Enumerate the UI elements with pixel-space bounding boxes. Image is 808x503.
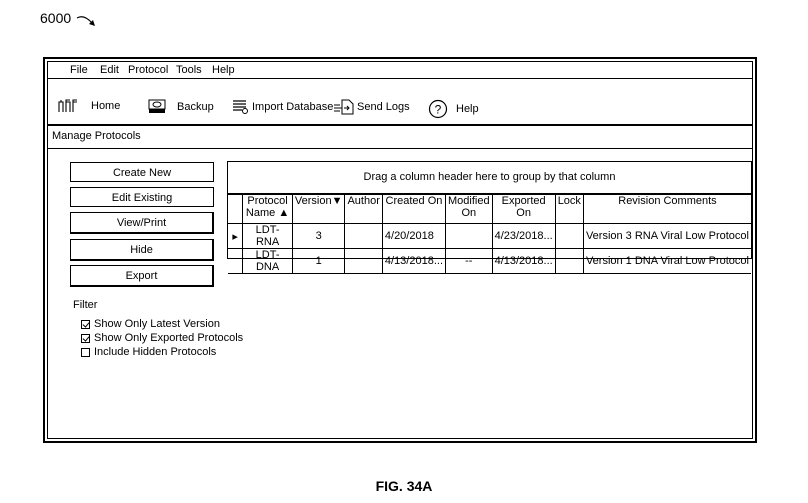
table-row[interactable]: ▸ LDT-RNA 3 4/20/2018 4/23/2018... Versi… xyxy=(228,223,751,249)
toolbar-help-button[interactable]: ? Help xyxy=(428,99,479,119)
table-row[interactable]: LDT-DNA 1 4/13/2018... -- 4/13/2018... V… xyxy=(228,248,751,274)
toolbar-send-logs-label: Send Logs xyxy=(357,101,410,113)
cell-created-on: 4/20/2018 xyxy=(381,223,447,249)
filter-include-hidden[interactable]: Include Hidden Protocols xyxy=(81,346,216,358)
cell-revision-comments: Version 1 DNA Viral Low Protocol xyxy=(582,248,751,274)
reference-arrow-icon xyxy=(76,16,95,26)
menu-file[interactable]: File xyxy=(70,64,88,76)
view-print-button[interactable]: View/Print xyxy=(70,212,214,234)
export-button[interactable]: Export xyxy=(70,265,214,287)
row-indicator xyxy=(228,248,244,274)
toolbar-backup-button[interactable]: Backup xyxy=(148,99,214,114)
cell-version: 3 xyxy=(291,223,346,249)
sort-desc-icon: ▼ xyxy=(331,195,343,207)
cell-lock xyxy=(554,223,584,249)
row-selected-indicator-icon: ▸ xyxy=(228,223,244,249)
toolbar-help-label: Help xyxy=(456,103,479,115)
cell-protocol-name: LDT-RNA xyxy=(242,223,293,249)
toolbar-home-label: Home xyxy=(91,100,121,112)
column-header-lock[interactable]: Lock xyxy=(554,194,584,224)
header-row: Protocol Name ▲ Version▼ Author Created … xyxy=(228,194,751,224)
group-by-panel[interactable]: Drag a column header here to group by th… xyxy=(228,162,751,194)
create-new-button[interactable]: Create New xyxy=(70,162,214,182)
toolbar-backup-label: Backup xyxy=(177,100,214,113)
column-header-author[interactable]: Author xyxy=(344,194,383,224)
filter-option-label: Show Only Latest Version xyxy=(94,318,220,330)
edit-existing-button[interactable]: Edit Existing xyxy=(70,187,214,207)
toolbar-send-logs-button[interactable]: Send Logs xyxy=(334,99,410,115)
cell-exported-on: 4/23/2018... xyxy=(491,223,556,249)
menu-help[interactable]: Help xyxy=(212,64,235,76)
disk-drive-icon xyxy=(148,99,166,113)
svg-text:?: ? xyxy=(435,103,442,117)
cell-created-on: 4/13/2018... xyxy=(381,248,447,274)
section-header: Manage Protocols xyxy=(48,126,752,149)
filter-option-label: Include Hidden Protocols xyxy=(94,346,217,358)
toolbar-import-database-label: Import Database xyxy=(252,100,334,113)
toolbar-home-button[interactable]: Home xyxy=(58,99,120,113)
cell-modified-on: -- xyxy=(445,248,493,274)
checkbox-checked[interactable] xyxy=(81,319,90,329)
cell-revision-comments: Version 3 RNA Viral Low Protocol xyxy=(582,223,751,249)
cell-protocol-name: LDT-DNA xyxy=(242,248,293,274)
question-circle-icon: ? xyxy=(428,99,448,119)
protocols-grid: Drag a column header here to group by th… xyxy=(227,161,752,274)
toolbar-import-database-button[interactable]: Import Database xyxy=(232,99,333,114)
filter-exported-only[interactable]: Show Only Exported Protocols xyxy=(81,332,243,344)
row-indicator-header xyxy=(228,194,244,224)
filter-label: Filter xyxy=(73,299,98,311)
cell-modified-on xyxy=(445,223,493,249)
hide-button[interactable]: Hide xyxy=(70,239,214,261)
send-document-icon xyxy=(334,99,354,115)
column-header-modified-on[interactable]: Modified On xyxy=(445,194,493,224)
page-title: Manage Protocols xyxy=(52,130,141,142)
menu-tools[interactable]: Tools xyxy=(176,64,202,76)
column-header-created-on[interactable]: Created On xyxy=(381,194,447,224)
filter-latest-version[interactable]: Show Only Latest Version xyxy=(81,318,220,330)
cell-version: 1 xyxy=(291,248,346,274)
checkbox-checked[interactable] xyxy=(81,333,90,343)
checkbox-unchecked[interactable] xyxy=(81,347,90,357)
cell-author xyxy=(344,248,383,274)
filter-option-label: Show Only Exported Protocols xyxy=(94,332,244,344)
menu-edit[interactable]: Edit xyxy=(100,64,119,76)
column-header-version[interactable]: Version▼ xyxy=(291,194,346,224)
cell-lock xyxy=(554,248,584,274)
home-bars-icon xyxy=(58,99,77,112)
protocols-table: Protocol Name ▲ Version▼ Author Created … xyxy=(228,194,751,274)
menu-protocol[interactable]: Protocol xyxy=(128,64,168,76)
column-header-revision-comments[interactable]: Revision Comments xyxy=(582,194,751,224)
app-window: File Edit Protocol Tools Help Home Backu… xyxy=(43,57,757,443)
sort-asc-icon: ▲ xyxy=(278,207,290,219)
import-database-icon xyxy=(233,100,248,114)
toolbar: Home Backup Import Database Send Logs ? … xyxy=(48,79,752,126)
figure-reference-label: 6000 xyxy=(40,10,72,26)
menu-bar: File Edit Protocol Tools Help xyxy=(48,62,752,79)
cell-author xyxy=(344,223,383,249)
column-header-exported-on[interactable]: Exported On xyxy=(491,194,556,224)
column-header-protocol-name[interactable]: Protocol Name ▲ xyxy=(242,194,293,224)
cell-exported-on: 4/13/2018... xyxy=(491,248,556,274)
figure-caption: FIG. 34A xyxy=(375,478,433,494)
